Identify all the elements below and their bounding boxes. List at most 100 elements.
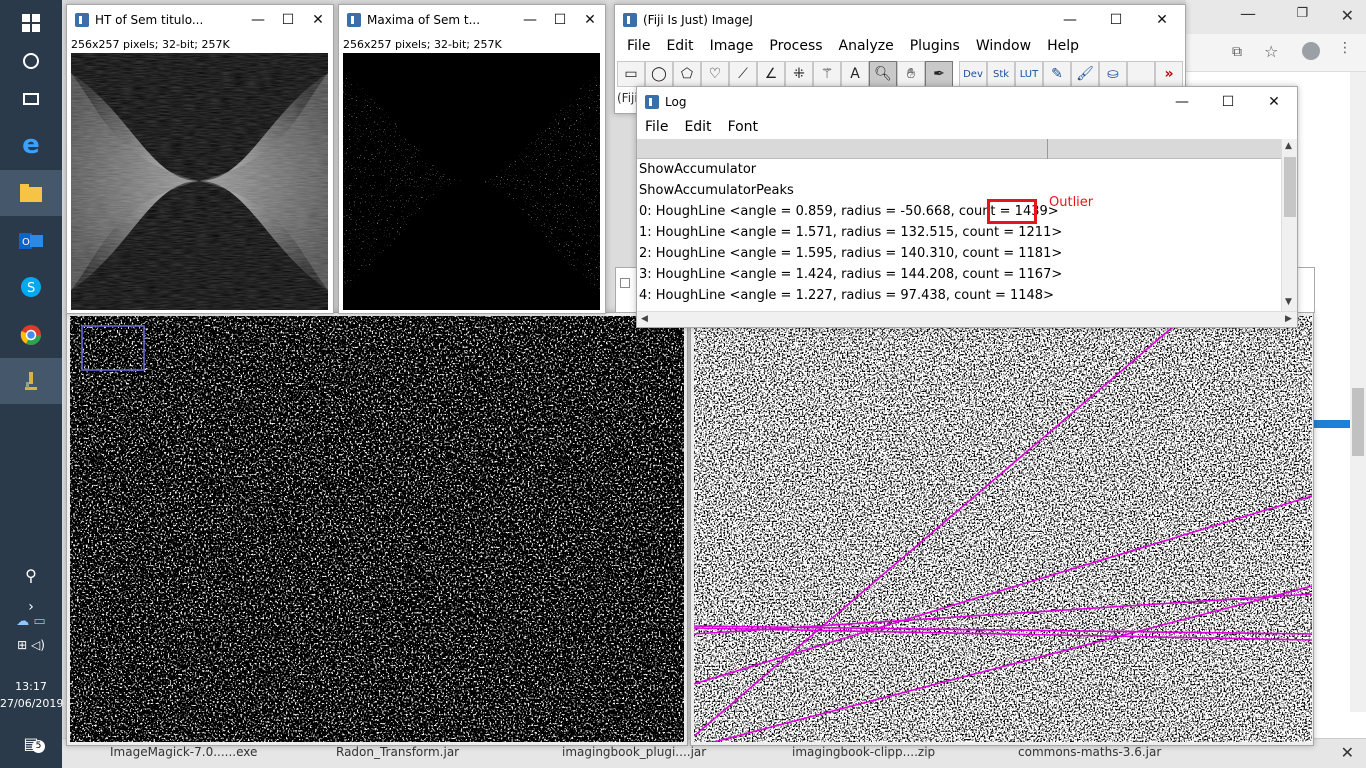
edge-icon[interactable]: e xyxy=(0,122,62,168)
wand-tool-icon[interactable]: ⚚ xyxy=(813,61,841,87)
freehand-tool-icon[interactable]: ♡ xyxy=(701,61,729,87)
color-picker-tool-icon[interactable]: ✒ xyxy=(925,61,953,87)
status-bar: (Fiji xyxy=(617,91,638,105)
binary-image-canvas[interactable] xyxy=(70,316,684,742)
browser-scrollbar-thumb[interactable] xyxy=(1352,388,1364,456)
menu-edit[interactable]: Edit xyxy=(658,38,701,54)
menu-file[interactable]: File xyxy=(619,38,658,54)
star-icon[interactable]: ☆ xyxy=(1264,42,1278,61)
log-text-area[interactable]: ShowAccumulator ShowAccumulatorPeaks 0: … xyxy=(639,159,1279,306)
minimize-icon[interactable]: — xyxy=(1240,4,1256,23)
file-explorer-icon[interactable] xyxy=(0,170,62,216)
rectangle-tool-icon[interactable]: ▭ xyxy=(617,61,645,87)
scroll-up-icon[interactable]: ▲ xyxy=(1285,141,1292,151)
close-icon[interactable]: ✕ xyxy=(303,5,333,35)
clock-time[interactable]: 13:17 xyxy=(0,680,62,693)
scrollbar-thumb[interactable] xyxy=(1284,157,1296,217)
lut-tool-icon[interactable]: LUT xyxy=(1015,61,1043,87)
menu-edit[interactable]: Edit xyxy=(676,119,719,135)
stk-tool-icon[interactable]: Stk xyxy=(987,61,1015,87)
task-view-icon[interactable] xyxy=(0,76,62,122)
window-titlebar[interactable]: Log — ☐ ✕ xyxy=(637,87,1297,117)
menu-image[interactable]: Image xyxy=(702,38,762,54)
scroll-left-icon[interactable]: ◀ xyxy=(641,314,648,324)
binary-image-window[interactable] xyxy=(66,312,688,746)
maximize-icon[interactable]: ☐ xyxy=(1093,5,1139,35)
menu-process[interactable]: Process xyxy=(761,38,830,54)
download-item[interactable]: ImageMagick-7.0......exe xyxy=(110,745,257,759)
empty-tool-slot[interactable] xyxy=(1127,61,1155,87)
restore-icon[interactable]: ❐ xyxy=(1296,6,1308,21)
outlook-icon[interactable]: O xyxy=(0,218,62,264)
minimize-icon[interactable]: — xyxy=(515,5,545,35)
window-title: Maxima of Sem t... xyxy=(367,13,481,27)
download-item[interactable]: imagingbook-clipp....zip xyxy=(792,745,935,759)
log-window[interactable]: Log — ☐ ✕ File Edit Font ShowAccumulator… xyxy=(636,86,1298,328)
flood-fill-tool-icon[interactable]: ⛀ xyxy=(1099,61,1127,87)
image-info: 256x257 pixels; 32-bit; 257K xyxy=(71,38,230,51)
maximize-icon[interactable]: ☐ xyxy=(273,5,303,35)
translate-icon[interactable]: ⧉ xyxy=(1232,44,1242,60)
hough-lines-image-window[interactable] xyxy=(615,267,1315,746)
hough-lines-canvas[interactable] xyxy=(694,316,1312,742)
log-horizontal-scrollbar[interactable]: ◀ ▶ xyxy=(637,311,1297,327)
window-titlebar[interactable]: HT of Sem titulo... — ☐ ✕ xyxy=(67,5,333,35)
menu-window[interactable]: Window xyxy=(968,38,1039,54)
maxima-image[interactable] xyxy=(343,53,600,310)
close-icon[interactable]: ✕ xyxy=(1341,743,1354,762)
hough-transform-window[interactable]: HT of Sem titulo... — ☐ ✕ 256x257 pixels… xyxy=(66,4,334,314)
log-line: ShowAccumulator xyxy=(639,162,757,177)
accumulator-image[interactable] xyxy=(71,53,328,310)
maximize-icon[interactable]: ☐ xyxy=(545,5,575,35)
download-item[interactable]: commons-maths-3.6.jar xyxy=(1018,745,1161,759)
close-icon[interactable]: ✕ xyxy=(1251,87,1297,117)
menu-file[interactable]: File xyxy=(637,119,676,135)
text-tool-icon[interactable]: A xyxy=(841,61,869,87)
column-divider[interactable] xyxy=(1047,139,1048,159)
point-tool-icon[interactable]: ⁜ xyxy=(785,61,813,87)
imagej-microscope-icon[interactable] xyxy=(0,358,62,404)
menu-analyze[interactable]: Analyze xyxy=(831,38,902,54)
download-item[interactable]: Radon_Transform.jar xyxy=(336,745,459,759)
clock-date[interactable]: 27/06/2019 xyxy=(0,697,63,710)
scroll-down-icon[interactable]: ▼ xyxy=(1285,297,1292,307)
menu-help[interactable]: Help xyxy=(1039,38,1087,54)
download-item[interactable]: imagingbook_plugi....jar xyxy=(562,745,706,759)
log-vertical-scrollbar[interactable]: ▲ ▼ xyxy=(1281,139,1297,311)
log-line: 4: HoughLine <angle = 1.227, radius = 97… xyxy=(639,288,1054,303)
window-titlebar[interactable]: (Fiji Is Just) ImageJ — ☐ ✕ xyxy=(615,5,1185,35)
skype-icon[interactable]: S xyxy=(0,264,62,310)
onedrive-icon[interactable]: ☁ ▭ xyxy=(0,608,62,634)
close-icon[interactable]: ✕ xyxy=(1341,6,1354,25)
minimize-icon[interactable]: — xyxy=(1047,5,1093,35)
polygon-tool-icon[interactable]: ⬠ xyxy=(673,61,701,87)
more-tools-icon[interactable]: » xyxy=(1155,61,1183,87)
close-icon[interactable]: ✕ xyxy=(575,5,605,35)
scroll-right-icon[interactable]: ▶ xyxy=(1285,314,1292,324)
angle-tool-icon[interactable]: ∠ xyxy=(757,61,785,87)
menu-plugins[interactable]: Plugins xyxy=(902,38,968,54)
window-titlebar[interactable]: Maxima of Sem t... — ☐ ✕ xyxy=(339,5,605,35)
network-volume-icon[interactable]: ⊞ ◁) xyxy=(0,632,62,658)
chrome-icon[interactable] xyxy=(0,312,62,358)
close-icon[interactable]: ✕ xyxy=(1139,5,1185,35)
imagej-menubar: File Edit Image Process Analyze Plugins … xyxy=(619,35,1185,57)
window-title: HT of Sem titulo... xyxy=(95,13,204,27)
minimize-icon[interactable]: — xyxy=(243,5,273,35)
dev-tool-icon[interactable]: Dev xyxy=(959,61,987,87)
minimize-icon[interactable]: — xyxy=(1159,87,1205,117)
line-tool-icon[interactable]: ⟋ xyxy=(729,61,757,87)
menu-icon[interactable]: ⋮ xyxy=(1338,40,1352,56)
maxima-window[interactable]: Maxima of Sem t... — ☐ ✕ 256x257 pixels;… xyxy=(338,4,606,314)
magnifier-tool-icon[interactable]: 🔍︎ xyxy=(869,61,897,87)
avatar[interactable] xyxy=(1302,42,1320,60)
menu-font[interactable]: Font xyxy=(720,119,766,135)
pencil-tool-icon[interactable]: ✎ xyxy=(1043,61,1071,87)
brush-tool-icon[interactable]: 🖌︎ xyxy=(1071,61,1099,87)
log-menubar: File Edit Font xyxy=(637,116,1297,138)
notification-center-icon[interactable]: ▤ xyxy=(0,720,62,766)
maximize-icon[interactable]: ☐ xyxy=(1205,87,1251,117)
checkbox[interactable] xyxy=(620,278,630,288)
oval-tool-icon[interactable]: ◯ xyxy=(645,61,673,87)
hand-tool-icon[interactable]: ✋︎ xyxy=(897,61,925,87)
